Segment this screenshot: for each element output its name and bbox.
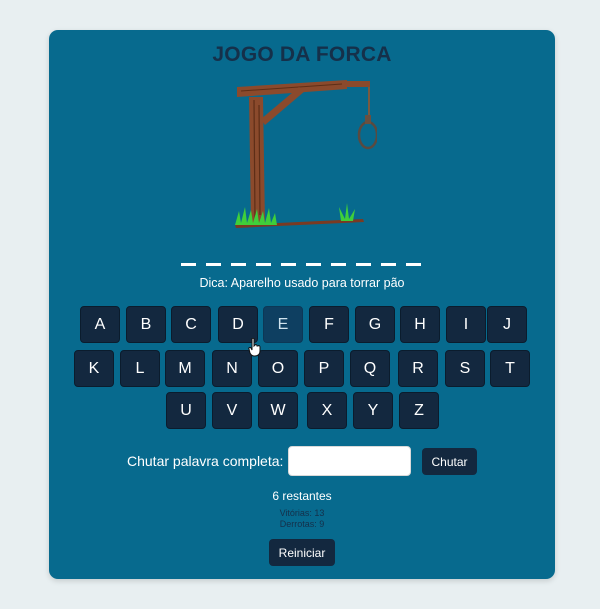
key-b[interactable]: B bbox=[126, 306, 166, 343]
key-a[interactable]: A bbox=[80, 306, 120, 343]
key-y[interactable]: Y bbox=[353, 392, 393, 429]
letter-slot bbox=[231, 263, 246, 266]
letter-slot bbox=[256, 263, 271, 266]
guess-input[interactable] bbox=[288, 446, 411, 476]
letter-slot bbox=[381, 263, 396, 266]
letter-slot bbox=[356, 263, 371, 266]
key-e[interactable]: E bbox=[263, 306, 303, 343]
remaining-attempts: 6 restantes bbox=[272, 489, 332, 503]
key-n[interactable]: N bbox=[212, 350, 252, 387]
key-g[interactable]: G bbox=[355, 306, 395, 343]
letter-slot bbox=[306, 263, 321, 266]
key-v[interactable]: V bbox=[212, 392, 252, 429]
key-t[interactable]: T bbox=[490, 350, 530, 387]
losses-count: Derrotas: 9 bbox=[279, 519, 325, 529]
key-l[interactable]: L bbox=[120, 350, 160, 387]
letter-slot bbox=[281, 263, 296, 266]
letter-slot bbox=[406, 263, 421, 266]
guess-label: Chutar palavra completa: bbox=[127, 453, 284, 469]
letter-slot bbox=[331, 263, 346, 266]
wins-count: Vitórias: 13 bbox=[279, 508, 325, 518]
gallows-drawing bbox=[235, 80, 377, 228]
restart-button[interactable]: Reiniciar bbox=[269, 539, 335, 566]
key-j[interactable]: J bbox=[487, 306, 527, 343]
hint-text: Dica: Aparelho usado para torrar pão bbox=[199, 276, 405, 290]
guess-button[interactable]: Chutar bbox=[422, 448, 477, 475]
game-title: JOGO DA FORCA bbox=[212, 43, 392, 66]
word-slots bbox=[181, 258, 421, 268]
key-c[interactable]: C bbox=[171, 306, 211, 343]
key-q[interactable]: Q bbox=[350, 350, 390, 387]
letter-slot bbox=[206, 263, 221, 266]
key-s[interactable]: S bbox=[445, 350, 485, 387]
score-stats: Vitórias: 13 Derrotas: 9 bbox=[49, 508, 555, 530]
key-z[interactable]: Z bbox=[399, 392, 439, 429]
key-m[interactable]: M bbox=[165, 350, 205, 387]
key-r[interactable]: R bbox=[398, 350, 438, 387]
key-o[interactable]: O bbox=[258, 350, 298, 387]
key-i[interactable]: I bbox=[446, 306, 486, 343]
pointer-cursor-icon bbox=[248, 338, 261, 357]
key-h[interactable]: H bbox=[400, 306, 440, 343]
key-p[interactable]: P bbox=[304, 350, 344, 387]
key-k[interactable]: K bbox=[74, 350, 114, 387]
game-card: JOGO DA FORCA Dica: Aparelho usado para … bbox=[49, 30, 555, 579]
key-u[interactable]: U bbox=[166, 392, 206, 429]
key-x[interactable]: X bbox=[307, 392, 347, 429]
key-f[interactable]: F bbox=[309, 306, 349, 343]
key-w[interactable]: W bbox=[258, 392, 298, 429]
letter-slot bbox=[181, 263, 196, 266]
